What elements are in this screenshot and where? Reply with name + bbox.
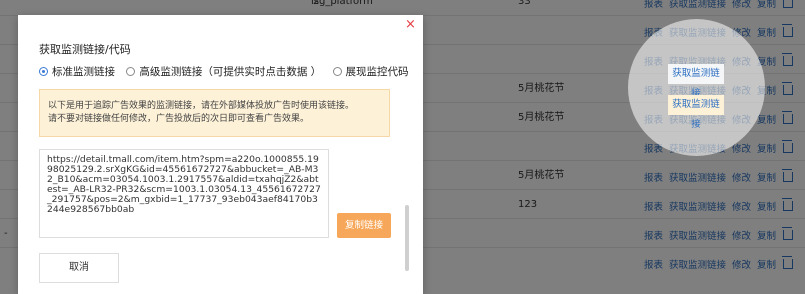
radio-display-code[interactable]: 展现监控代码 bbox=[332, 64, 409, 79]
copy-link-button[interactable]: 复制链接 bbox=[337, 213, 391, 238]
get-link-action-highlighted[interactable]: 获取监测链接 bbox=[668, 95, 724, 130]
get-link-dialog: × 获取监测链接/代码 标准监测链接 高级监测链接（可提供实时点击数据 ） 展现… bbox=[18, 15, 423, 294]
notice-line-1: 以下是用于追踪广告效果的监测链接，请在外部媒体投放广告时使用该链接。 bbox=[48, 101, 355, 111]
get-link-action-highlighted[interactable]: 获取监测链接 bbox=[668, 64, 724, 99]
close-icon[interactable]: × bbox=[405, 17, 416, 32]
radio-selected-icon bbox=[39, 67, 48, 76]
cancel-button[interactable]: 取消 bbox=[39, 253, 119, 283]
radio-unselected-icon bbox=[126, 67, 136, 76]
notice-box: 以下是用于追踪广告效果的监测链接，请在外部媒体投放广告时使用该链接。 请不要对链… bbox=[39, 89, 390, 137]
radio-unselected-icon bbox=[332, 67, 342, 76]
tracking-link-textarea[interactable]: https://detail.tmall.com/item.htm?spm=a2… bbox=[39, 149, 329, 238]
dialog-title: 获取监测链接/代码 bbox=[39, 43, 131, 56]
notice-line-2: 请不要对链接做任何修改，广告投放后的次日即可查看广告效果。 bbox=[48, 114, 310, 124]
dialog-scrollbar[interactable] bbox=[405, 205, 409, 271]
link-type-radio-group: 标准监测链接 高级监测链接（可提供实时点击数据 ） 展现监控代码 bbox=[39, 64, 417, 79]
radio-advanced-link[interactable]: 高级监测链接（可提供实时点击数据 ） bbox=[126, 64, 321, 79]
radio-standard-link[interactable]: 标准监测链接 bbox=[39, 64, 115, 79]
